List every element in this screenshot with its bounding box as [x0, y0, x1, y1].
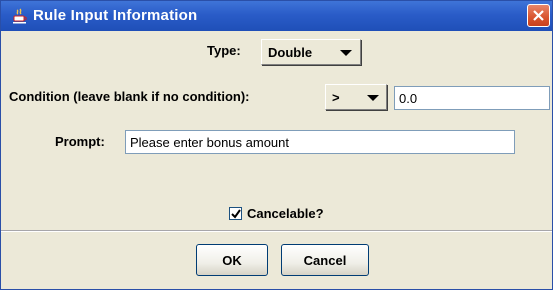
ok-button[interactable]: OK — [196, 244, 268, 276]
condition-operator-value: > — [332, 90, 340, 105]
ok-button-label: OK — [222, 253, 242, 268]
java-logo-icon — [11, 7, 29, 25]
chevron-down-icon — [340, 50, 352, 56]
condition-value-text: 0.0 — [399, 91, 418, 106]
form-panel: Type: Double Condition (leave blank if n… — [1, 31, 552, 230]
button-bar: OK Cancel — [1, 232, 552, 289]
prompt-field[interactable]: Please enter bonus amount — [125, 130, 515, 154]
condition-label: Condition (leave blank if no condition): — [9, 89, 250, 104]
cancel-button-label: Cancel — [303, 253, 347, 268]
close-button[interactable] — [527, 4, 550, 27]
condition-operator-select[interactable]: > — [325, 84, 387, 110]
type-select[interactable]: Double — [261, 39, 361, 65]
title-bar[interactable]: Rule Input Information — [1, 1, 552, 31]
close-icon — [533, 10, 544, 21]
cancelable-label: Cancelable? — [247, 206, 324, 221]
condition-value-field[interactable]: 0.0 — [394, 86, 550, 110]
chevron-down-icon — [367, 95, 379, 101]
prompt-text: Please enter bonus amount — [130, 135, 289, 150]
checkmark-icon — [231, 209, 241, 219]
dialog-window: Rule Input Information Type: Double Cond… — [0, 0, 553, 290]
prompt-label: Prompt: — [55, 134, 105, 149]
type-select-value: Double — [268, 45, 313, 60]
cancelable-checkbox[interactable] — [229, 207, 242, 220]
type-label: Type: — [207, 43, 241, 58]
window-title: Rule Input Information — [33, 7, 198, 24]
cancel-button[interactable]: Cancel — [281, 244, 369, 276]
